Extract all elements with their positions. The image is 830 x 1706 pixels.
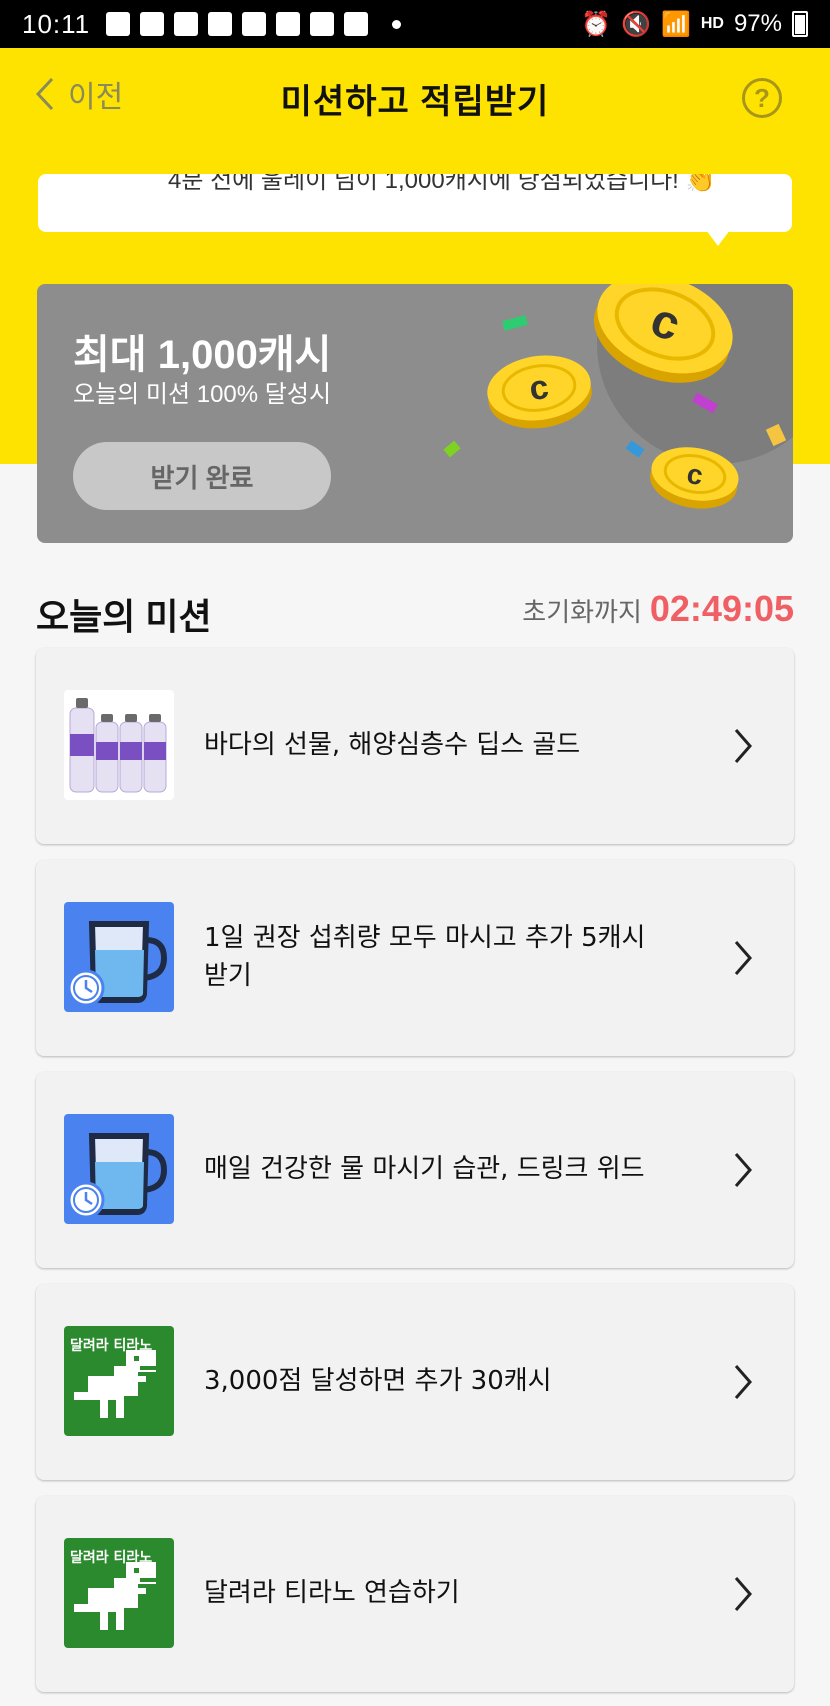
notification-icon bbox=[106, 12, 131, 36]
mission-card[interactable]: 달려라 티라노 3,000점 달성하면 추가 30캐시 bbox=[36, 1284, 794, 1480]
wifi-icon: 📶 bbox=[660, 10, 691, 38]
mission-title: 3,000점 달성하면 추가 30캐시 bbox=[204, 1366, 552, 1397]
help-button[interactable]: ? bbox=[742, 78, 782, 118]
coins-illustration: c c c bbox=[443, 284, 793, 509]
alarm-icon: ⏰ bbox=[581, 10, 612, 38]
tirano-game-icon: 달려라 티라노 bbox=[64, 1326, 174, 1436]
mission-card[interactable]: 달려라 티라노 달려라 티라노 연습하기 bbox=[36, 1496, 794, 1692]
battery-icon bbox=[792, 11, 808, 37]
notification-icon bbox=[174, 12, 199, 36]
winner-notice: 4분 전에 울레이 님이 1,000캐시에 당첨되었습니다! 👏 bbox=[38, 174, 792, 232]
status-time: 10:11 bbox=[22, 8, 91, 39]
notification-icon bbox=[242, 12, 267, 36]
water-cup-alarm-icon bbox=[64, 902, 174, 1012]
notification-icon bbox=[140, 12, 165, 36]
notification-icon bbox=[276, 12, 301, 36]
reward-card: 최대 1,000캐시 오늘의 미션 100% 달성시 받기 완료 c c c bbox=[37, 284, 793, 543]
chevron-right-icon bbox=[734, 1365, 752, 1399]
page-title: 미션하고 적립받기 bbox=[280, 82, 550, 121]
chevron-right-icon bbox=[734, 941, 752, 975]
reset-label: 초기화까지 bbox=[522, 597, 642, 627]
status-bar: 10:11 ⏰ 🔇 📶 HD 97% bbox=[0, 0, 830, 48]
mission-title: 1일 권장 섭취량 모두 마시고 추가 5캐시 받기 bbox=[204, 923, 646, 991]
network-label: HD bbox=[700, 15, 724, 32]
question-icon: ? bbox=[754, 82, 770, 113]
water-cup-alarm-icon bbox=[64, 1114, 174, 1224]
mission-card[interactable]: 1일 권장 섭취량 모두 마시고 추가 5캐시 받기 bbox=[36, 860, 794, 1056]
mission-title: 바다의 선물, 해양심층수 딥스 골드 bbox=[204, 730, 581, 761]
chevron-left-icon bbox=[35, 77, 54, 111]
bubble-tail bbox=[706, 230, 730, 246]
claim-complete-button[interactable]: 받기 완료 bbox=[73, 442, 331, 510]
notification-icon bbox=[208, 12, 233, 36]
chevron-right-icon bbox=[734, 729, 752, 763]
mission-card[interactable]: 매일 건강한 물 마시기 습관, 드링크 위드 bbox=[36, 1072, 794, 1268]
mission-title: 매일 건강한 물 마시기 습관, 드링크 위드 bbox=[204, 1154, 645, 1185]
chevron-right-icon bbox=[734, 1153, 752, 1187]
reset-timer: 02:49:05 bbox=[649, 588, 794, 629]
coin-icon: c bbox=[487, 355, 592, 429]
reward-subtitle: 오늘의 미션 100% 달성시 bbox=[73, 381, 332, 408]
winner-notice-text: 4분 전에 울레이 님이 1,000캐시에 당첨되었습니다! 👏 bbox=[168, 174, 716, 194]
mute-icon: 🔇 bbox=[621, 10, 651, 38]
notification-icon bbox=[344, 12, 369, 36]
reset-countdown: 초기화까지 02:49:05 bbox=[522, 588, 794, 630]
more-dot-icon bbox=[392, 19, 402, 29]
tirano-game-icon: 달려라 티라노 bbox=[64, 1538, 174, 1648]
chevron-right-icon bbox=[734, 1577, 752, 1611]
missions-section-title: 오늘의 미션 bbox=[36, 596, 212, 637]
back-label: 이전 bbox=[68, 81, 124, 114]
system-icons: ⏰ 🔇 📶 HD 97% bbox=[581, 10, 808, 39]
battery-percent: 97% bbox=[733, 10, 782, 37]
reward-headline: 최대 1,000캐시 bbox=[73, 333, 332, 377]
back-button[interactable]: 이전 bbox=[34, 72, 123, 116]
mission-card[interactable]: 바다의 선물, 해양심층수 딥스 골드 bbox=[36, 648, 794, 844]
app-header: 이전 미션하고 적립받기 ? bbox=[0, 48, 830, 148]
notification-icon bbox=[310, 12, 335, 36]
mission-title: 달려라 티라노 연습하기 bbox=[204, 1578, 460, 1609]
water-bottles-icon bbox=[64, 690, 174, 800]
notification-icons bbox=[106, 12, 402, 36]
